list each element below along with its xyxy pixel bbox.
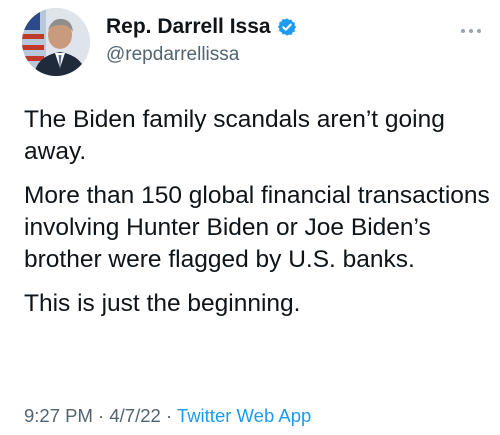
meta-separator: · — [165, 405, 173, 426]
meta-separator: · — [98, 405, 105, 426]
tweet-date[interactable]: 4/7/22 — [109, 405, 160, 426]
verified-badge-icon — [277, 17, 297, 37]
author-name-row[interactable]: Rep. Darrell Issa — [106, 15, 297, 39]
tweet-time[interactable]: 9:27 PM — [24, 405, 93, 426]
tweet-metadata: 9:27 PM · 4/7/22 · Twitter Web App — [24, 405, 311, 427]
ellipsis-icon[interactable] — [460, 18, 482, 39]
tweet-card: Rep. Darrell Issa @repdarrellissa The Bi… — [0, 0, 500, 435]
author-name[interactable]: Rep. Darrell Issa — [106, 15, 271, 39]
tweet-text: The Biden family scandals aren’t going a… — [24, 104, 494, 332]
tweet-paragraph: The Biden family scandals aren’t going a… — [24, 106, 445, 165]
author-handle[interactable]: @repdarrellissa — [106, 44, 239, 66]
avatar[interactable] — [22, 8, 90, 76]
tweet-paragraph: More than 150 global financial transacti… — [24, 182, 490, 273]
tweet-source-link[interactable]: Twitter Web App — [177, 405, 311, 426]
tweet-paragraph: This is just the beginning. — [24, 290, 301, 317]
avatar-image — [22, 8, 90, 76]
